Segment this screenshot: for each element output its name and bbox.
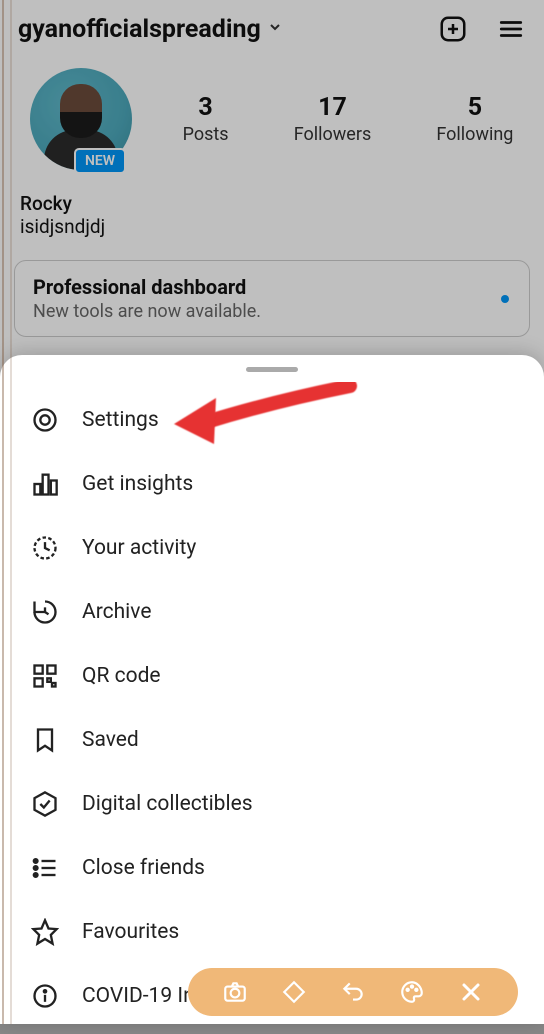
dashboard-title: Professional dashboard — [33, 275, 511, 299]
palette-icon[interactable] — [397, 977, 427, 1007]
tag-icon[interactable] — [279, 977, 309, 1007]
menu-item-settings[interactable]: Settings — [0, 388, 544, 452]
bio-text: isidjsndjdj — [20, 215, 524, 238]
stat-following[interactable]: 5 Following — [436, 93, 513, 145]
chevron-down-icon — [267, 19, 283, 39]
archive-icon — [30, 597, 60, 627]
menu-label: QR code — [82, 664, 161, 688]
posts-label: Posts — [183, 124, 229, 145]
close-icon[interactable] — [456, 977, 486, 1007]
menu-item-close-friends[interactable]: Close friends — [0, 836, 544, 900]
posts-count: 3 — [183, 93, 229, 122]
hexagon-check-icon — [30, 789, 60, 819]
username-dropdown[interactable]: gyanofficialspreading — [18, 15, 283, 44]
avatar-wrap[interactable]: NEW — [30, 68, 140, 170]
menu-label: Digital collectibles — [82, 792, 253, 816]
info-icon — [30, 981, 60, 1011]
bio-section: Rocky isidjsndjdj — [0, 178, 544, 250]
new-badge: NEW — [74, 148, 126, 174]
stats-row: 3 Posts 17 Followers 5 Following — [170, 93, 526, 145]
following-label: Following — [436, 124, 513, 145]
username-text: gyanofficialspreading — [18, 15, 261, 44]
display-name: Rocky — [20, 192, 524, 215]
saved-icon — [30, 725, 60, 755]
header-actions — [438, 14, 526, 44]
qr-code-icon — [30, 661, 60, 691]
annotation-toolbar — [188, 968, 518, 1016]
drag-handle[interactable] — [246, 367, 298, 372]
menu-label: Favourites — [82, 920, 179, 944]
menu-label: Archive — [82, 600, 151, 624]
menu-label: Settings — [82, 408, 159, 432]
star-icon — [30, 917, 60, 947]
menu-item-archive[interactable]: Archive — [0, 580, 544, 644]
menu-item-insights[interactable]: Get insights — [0, 452, 544, 516]
settings-icon — [30, 405, 60, 435]
professional-dashboard-card[interactable]: Professional dashboard New tools are now… — [14, 260, 530, 337]
menu-icon[interactable] — [496, 16, 526, 42]
menu-item-your-activity[interactable]: Your activity — [0, 516, 544, 580]
notification-dot-icon — [501, 295, 509, 303]
profile-section: NEW 3 Posts 17 Followers 5 Following — [0, 58, 544, 178]
followers-count: 17 — [294, 93, 372, 122]
stat-followers[interactable]: 17 Followers — [294, 93, 372, 145]
menu-label: Your activity — [82, 536, 196, 560]
undo-icon[interactable] — [338, 977, 368, 1007]
close-friends-icon — [30, 853, 60, 883]
activity-icon — [30, 533, 60, 563]
followers-label: Followers — [294, 124, 372, 145]
menu-item-saved[interactable]: Saved — [0, 708, 544, 772]
insights-icon — [30, 469, 60, 499]
stat-posts[interactable]: 3 Posts — [183, 93, 229, 145]
menu-label: Saved — [82, 728, 139, 752]
create-button[interactable] — [438, 14, 468, 44]
profile-header: gyanofficialspreading — [0, 0, 544, 58]
menu-label: Close friends — [82, 856, 205, 880]
menu-item-qr-code[interactable]: QR code — [0, 644, 544, 708]
menu-item-digital-collectibles[interactable]: Digital collectibles — [0, 772, 544, 836]
menu-item-favourites[interactable]: Favourites — [0, 900, 544, 964]
camera-icon[interactable] — [220, 977, 250, 1007]
menu-list: Settings Get insights Your activity — [0, 382, 544, 1034]
options-bottom-sheet: Settings Get insights Your activity — [0, 355, 544, 1024]
following-count: 5 — [436, 93, 513, 122]
menu-label: Get insights — [82, 472, 193, 496]
dashboard-subtitle: New tools are now available. — [33, 301, 511, 322]
